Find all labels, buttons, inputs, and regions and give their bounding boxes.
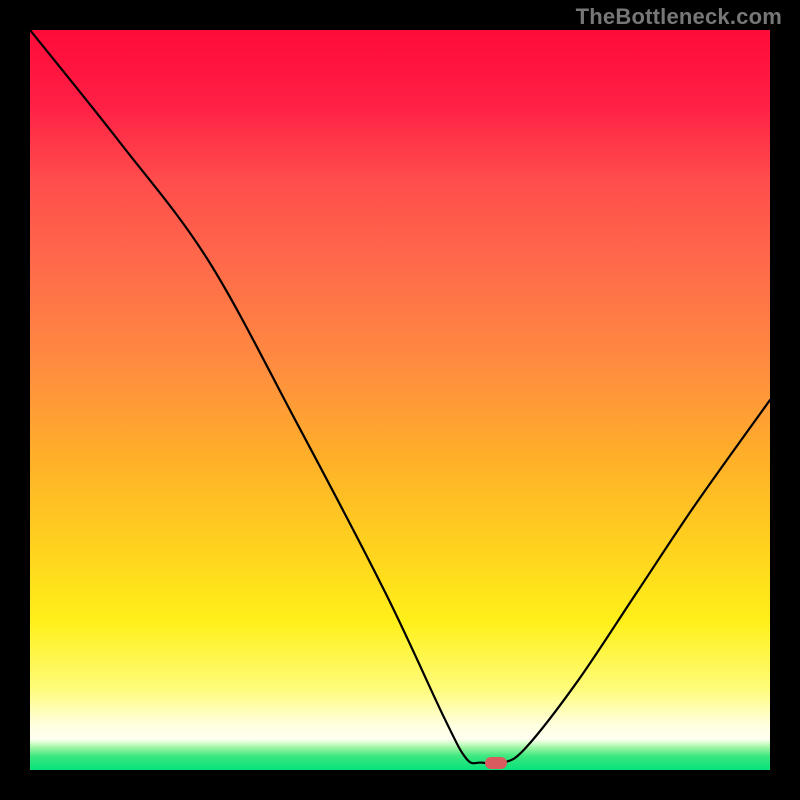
bottleneck-curve-svg bbox=[30, 30, 770, 770]
watermark-text: TheBottleneck.com bbox=[576, 4, 782, 30]
bottleneck-curve bbox=[30, 30, 770, 764]
plot-area bbox=[30, 30, 770, 770]
optimal-point-marker bbox=[485, 757, 507, 769]
app-frame: TheBottleneck.com bbox=[0, 0, 800, 800]
